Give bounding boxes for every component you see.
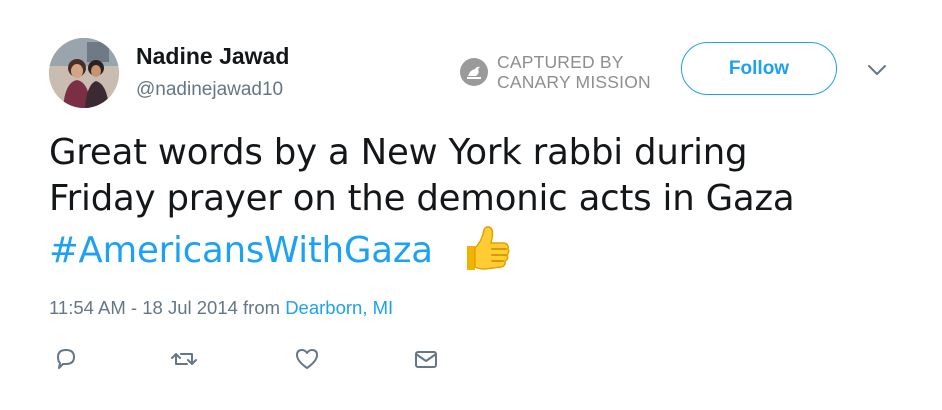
avatar[interactable] [49,38,119,108]
stamp-line-1: CAPTURED BY [497,52,624,72]
thumbs-up-icon [466,226,510,270]
tweet-text-line-3: #AmericansWithGaza [49,222,909,274]
captured-stamp: CAPTURED BY CANARY MISSION [459,52,651,92]
direct-message-icon[interactable] [412,345,440,373]
follow-button[interactable]: Follow [681,42,837,95]
like-icon[interactable] [293,345,321,373]
author-handle[interactable]: @nadinejawad10 [136,79,283,101]
tweet-timestamp[interactable]: 11:54 AM - 18 Jul 2014 [49,297,238,318]
chevron-down-icon[interactable] [866,62,888,78]
from-label: from [237,297,286,318]
tweet-text-line-1: Great words by a New York rabbi during [49,132,748,173]
stamp-line-2: CANARY MISSION [497,72,651,92]
retweet-icon[interactable] [170,345,198,373]
location-link[interactable]: Dearborn, MI [285,297,393,318]
author-display-name[interactable]: Nadine Jawad [136,43,289,70]
tweet-meta: 11:54 AM - 18 Jul 2014 from Dearborn, MI [49,297,393,319]
hashtag-link[interactable]: #AmericansWithGaza [49,230,433,271]
tweet-actions [0,345,942,375]
tweet-text-line-2: Friday prayer on the demonic acts in Gaz… [49,178,795,219]
canary-logo-icon [460,58,488,86]
tweet-text: Great words by a New York rabbi during F… [49,130,909,274]
avatar-photo [49,38,119,108]
reply-icon[interactable] [52,345,80,373]
